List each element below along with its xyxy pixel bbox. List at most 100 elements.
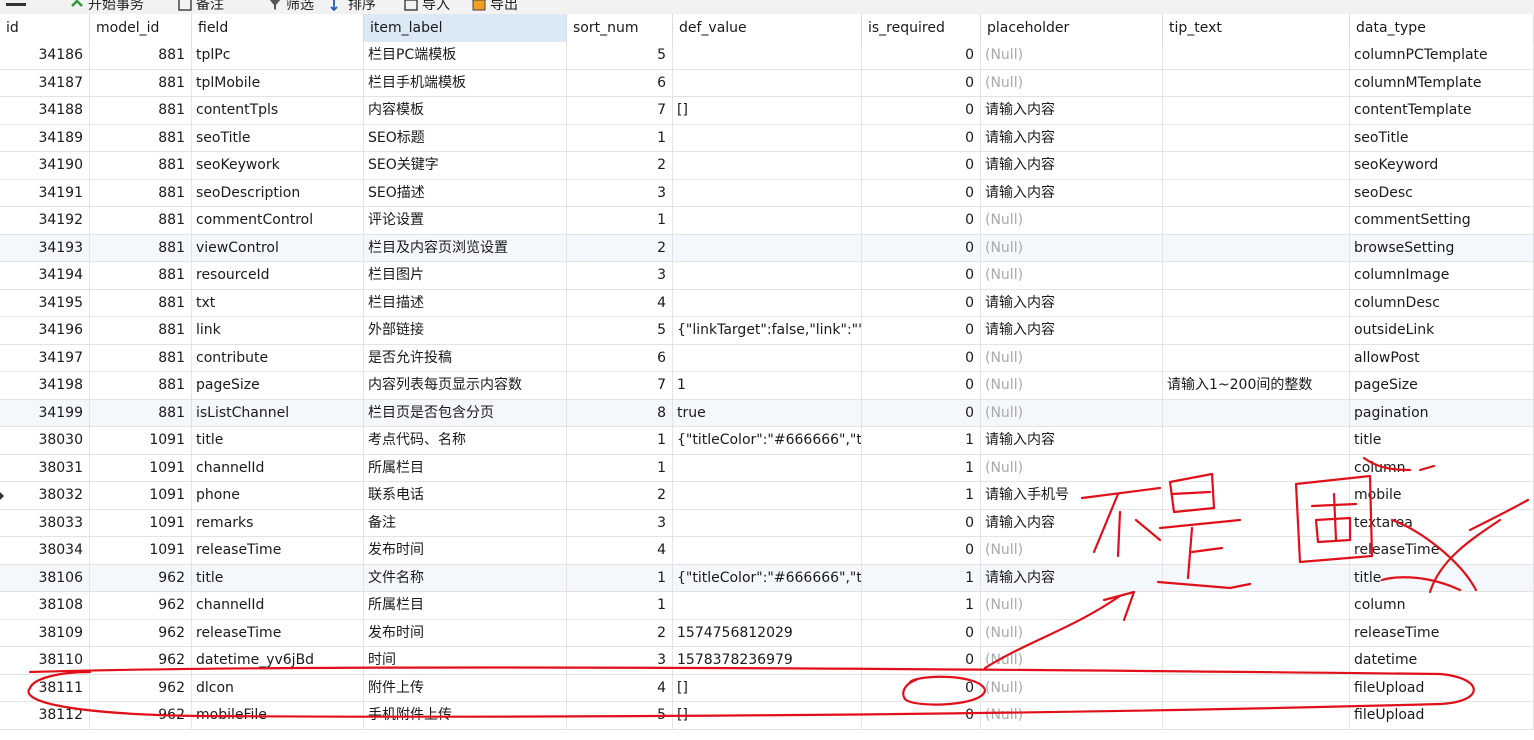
- cell-def-value[interactable]: [673, 537, 862, 564]
- cell-data-type[interactable]: title: [1350, 564, 1534, 592]
- table-row[interactable]: 34193 881 viewControl 栏目及内容页浏览设置 2 0 (Null) bro…: [0, 234, 1534, 262]
- cell-def-value[interactable]: [673, 69, 862, 97]
- cell-is-required[interactable]: 0: [862, 399, 981, 427]
- cell-def-value[interactable]: [673, 234, 862, 262]
- table-row[interactable]: 38030 1091 title 考点代码、名称 1 {"titleColor":"#66…: [0, 427, 1534, 455]
- cell-data-type[interactable]: title: [1350, 427, 1534, 454]
- cell-is-required[interactable]: 0: [862, 674, 981, 702]
- cell-data-type[interactable]: column: [1350, 592, 1534, 619]
- cell-id[interactable]: 34198: [0, 372, 90, 399]
- cell-placeholder[interactable]: (Null): [981, 69, 1163, 97]
- cell-sort-num[interactable]: 1: [567, 564, 673, 592]
- cell-is-required[interactable]: 1: [862, 564, 981, 592]
- sort-button[interactable]: 排序: [330, 0, 376, 14]
- cell-tip-text[interactable]: [1163, 262, 1350, 289]
- cell-id[interactable]: 38034: [0, 537, 90, 564]
- cell-placeholder[interactable]: (Null): [981, 537, 1163, 564]
- cell-is-required[interactable]: 1: [862, 482, 981, 509]
- cell-placeholder[interactable]: (Null): [981, 619, 1163, 647]
- cell-sort-num[interactable]: 1: [567, 592, 673, 619]
- cell-model-id[interactable]: 962: [90, 702, 192, 729]
- cell-placeholder[interactable]: (Null): [981, 234, 1163, 262]
- table-row[interactable]: 34186 881 tplPc 栏目PC端模板 5 0 (Null) columnPCTemp…: [0, 42, 1534, 70]
- cell-item-label[interactable]: 外部链接: [364, 317, 567, 344]
- export-button[interactable]: 导出: [472, 0, 518, 14]
- cell-sort-num[interactable]: 3: [567, 179, 673, 207]
- cell-tip-text[interactable]: [1163, 152, 1350, 179]
- cell-placeholder[interactable]: (Null): [981, 647, 1163, 674]
- cell-field[interactable]: link: [192, 317, 364, 344]
- cell-field[interactable]: dlcon: [192, 674, 364, 702]
- cell-placeholder[interactable]: 请输入内容: [981, 289, 1163, 317]
- cell-item-label[interactable]: 发布时间: [364, 537, 567, 564]
- cell-id[interactable]: 34186: [0, 42, 90, 69]
- cell-data-type[interactable]: mobile: [1350, 482, 1534, 509]
- cell-model-id[interactable]: 1091: [90, 537, 192, 564]
- cell-def-value[interactable]: [673, 42, 862, 69]
- cell-model-id[interactable]: 1091: [90, 454, 192, 482]
- cell-field[interactable]: title: [192, 564, 364, 592]
- table-row[interactable]: 38106 962 title 文件名称 1 {"titleColor":"#666666…: [0, 564, 1534, 592]
- cell-id[interactable]: 38031: [0, 454, 90, 482]
- cell-is-required[interactable]: 0: [862, 262, 981, 289]
- cell-tip-text[interactable]: [1163, 674, 1350, 702]
- cell-tip-text[interactable]: [1163, 179, 1350, 207]
- cell-field[interactable]: releaseTime: [192, 537, 364, 564]
- cell-id[interactable]: 34190: [0, 152, 90, 179]
- column-header-is-required[interactable]: is_required: [862, 14, 981, 42]
- column-header-placeholder[interactable]: placeholder: [981, 14, 1163, 42]
- cell-model-id[interactable]: 881: [90, 372, 192, 399]
- cell-id[interactable]: 38108: [0, 592, 90, 619]
- cell-field[interactable]: txt: [192, 289, 364, 317]
- cell-is-required[interactable]: 1: [862, 427, 981, 454]
- cell-model-id[interactable]: 881: [90, 179, 192, 207]
- cell-model-id[interactable]: 881: [90, 399, 192, 427]
- cell-tip-text[interactable]: [1163, 399, 1350, 427]
- cell-placeholder[interactable]: (Null): [981, 702, 1163, 729]
- cell-is-required[interactable]: 0: [862, 702, 981, 729]
- cell-def-value[interactable]: [673, 482, 862, 509]
- cell-is-required[interactable]: 0: [862, 289, 981, 317]
- cell-placeholder[interactable]: 请输入内容: [981, 179, 1163, 207]
- cell-tip-text[interactable]: [1163, 344, 1350, 372]
- cell-data-type[interactable]: textarea: [1350, 509, 1534, 537]
- cell-def-value[interactable]: true: [673, 399, 862, 427]
- cell-field[interactable]: releaseTime: [192, 619, 364, 647]
- table-row[interactable]: 34197 881 contribute 是否允许投稿 6 0 (Null) allowPos…: [0, 344, 1534, 372]
- cell-tip-text[interactable]: [1163, 427, 1350, 454]
- cell-model-id[interactable]: 881: [90, 152, 192, 179]
- cell-def-value[interactable]: {"titleColor":"#666666","tit: [673, 427, 862, 454]
- cell-placeholder[interactable]: (Null): [981, 262, 1163, 289]
- cell-id[interactable]: 34195: [0, 289, 90, 317]
- cell-placeholder[interactable]: 请输入手机号: [981, 482, 1163, 509]
- cell-id[interactable]: 38111: [0, 674, 90, 702]
- cell-data-type[interactable]: releaseTime: [1350, 537, 1534, 564]
- cell-data-type[interactable]: columnImage: [1350, 262, 1534, 289]
- cell-item-label[interactable]: 是否允许投稿: [364, 344, 567, 372]
- cell-data-type[interactable]: allowPost: [1350, 344, 1534, 372]
- cell-item-label[interactable]: 手机附件上传: [364, 702, 567, 729]
- cell-def-value[interactable]: [673, 592, 862, 619]
- cell-item-label[interactable]: 时间: [364, 647, 567, 674]
- data-grid[interactable]: id model_id field item_label sort_num def_val…: [0, 14, 1534, 740]
- cell-tip-text[interactable]: [1163, 124, 1350, 152]
- begin-transaction-button[interactable]: 开始事务: [70, 0, 144, 14]
- cell-field[interactable]: channelId: [192, 592, 364, 619]
- cell-sort-num[interactable]: 7: [567, 372, 673, 399]
- cell-sort-num[interactable]: 6: [567, 69, 673, 97]
- cell-model-id[interactable]: 1091: [90, 509, 192, 537]
- cell-id[interactable]: 38106: [0, 564, 90, 592]
- cell-field[interactable]: remarks: [192, 509, 364, 537]
- cell-tip-text[interactable]: [1163, 97, 1350, 124]
- cell-item-label[interactable]: 栏目PC端模板: [364, 42, 567, 69]
- table-row[interactable]: 38034 1091 releaseTime 发布时间 4 0 (Null) releaseT…: [0, 537, 1534, 565]
- cell-id[interactable]: 34187: [0, 69, 90, 97]
- cell-model-id[interactable]: 881: [90, 289, 192, 317]
- cell-tip-text[interactable]: [1163, 454, 1350, 482]
- cell-item-label[interactable]: 评论设置: [364, 207, 567, 234]
- cell-id[interactable]: 38112: [0, 702, 90, 729]
- cell-def-value[interactable]: [673, 289, 862, 317]
- cell-model-id[interactable]: 881: [90, 97, 192, 124]
- cell-def-value[interactable]: {"titleColor":"#666666","tit: [673, 564, 862, 592]
- cell-item-label[interactable]: 栏目手机端模板: [364, 69, 567, 97]
